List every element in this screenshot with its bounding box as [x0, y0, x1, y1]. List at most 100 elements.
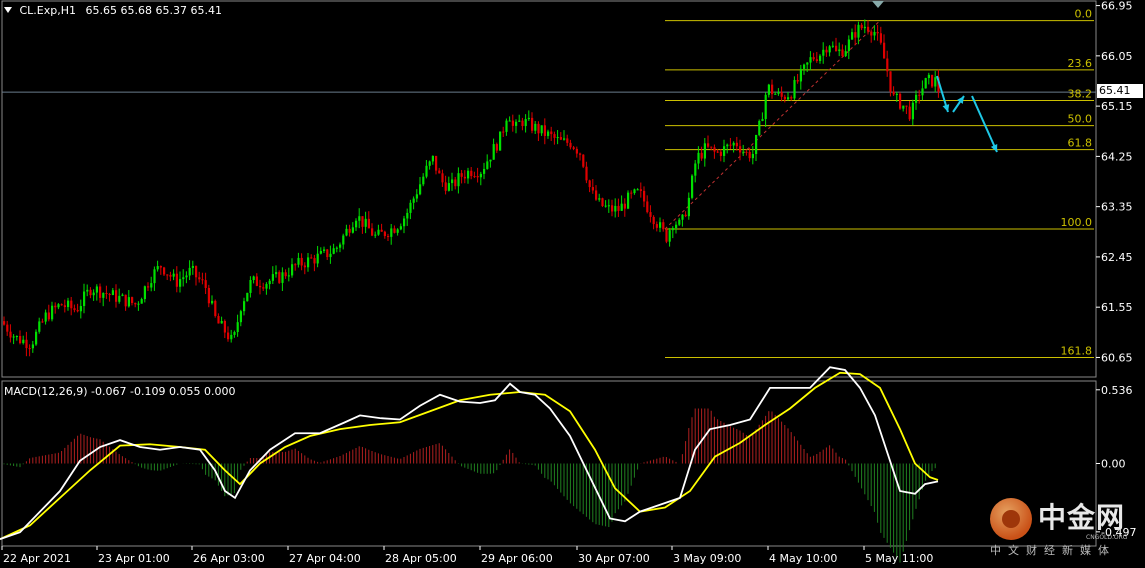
candle-body: [19, 336, 22, 344]
fib-level-label: 61.8: [1068, 137, 1093, 150]
candle-body: [559, 137, 562, 140]
candle-body: [815, 59, 818, 61]
candle-body: [131, 297, 134, 303]
candle-body: [246, 292, 249, 302]
candle-body: [847, 39, 850, 52]
candle-body: [739, 146, 742, 153]
candle-body: [195, 266, 198, 278]
candle-body: [57, 304, 60, 308]
candle-body: [470, 170, 473, 177]
candle-body: [153, 269, 156, 284]
candle-body: [387, 236, 390, 238]
candle-body: [515, 121, 518, 126]
x-tick-label: 29 Apr 06:00: [481, 552, 553, 565]
candle-body: [83, 291, 86, 307]
candle-body: [595, 190, 598, 200]
candle-body: [553, 134, 556, 138]
candle-body: [271, 274, 274, 281]
candle-body: [159, 266, 162, 268]
candle-body: [742, 151, 745, 153]
candle-body: [348, 228, 351, 233]
candle-body: [211, 300, 214, 304]
candle-body: [367, 218, 370, 229]
candle-body: [639, 189, 642, 191]
candle-body: [275, 272, 278, 275]
candle-body: [6, 324, 9, 332]
candle-body: [566, 138, 569, 143]
candle-body: [755, 134, 758, 155]
candle-body: [361, 216, 364, 227]
candle-body: [201, 279, 204, 281]
candle-body: [489, 159, 492, 162]
candle-body: [374, 234, 377, 236]
candle-body: [665, 229, 668, 242]
candle-body: [646, 201, 649, 213]
candle-body: [31, 344, 34, 349]
y-tick-label: 60.65: [1101, 351, 1133, 364]
candle-body: [166, 274, 169, 276]
x-tick-label: 27 Apr 04:00: [289, 552, 361, 565]
candle-body: [335, 247, 338, 249]
candle-body: [239, 311, 242, 323]
candle-body: [326, 249, 329, 258]
candle-body: [579, 153, 582, 155]
candle-body: [598, 198, 601, 200]
candle-body: [403, 218, 406, 227]
candle-body: [707, 143, 710, 147]
candle-body: [140, 299, 143, 304]
candle-body: [252, 276, 255, 281]
candle-body: [531, 117, 534, 131]
candle-body: [393, 228, 396, 233]
x-tick-label: 4 May 10:00: [769, 552, 837, 565]
candle-body: [191, 266, 194, 268]
candle-body: [851, 32, 854, 40]
candle-body: [771, 84, 774, 95]
candle-body: [838, 49, 841, 52]
candle-body: [105, 293, 108, 295]
candle-body: [931, 74, 934, 87]
candle-body: [819, 55, 822, 61]
candle-body: [524, 119, 527, 127]
candle-body: [223, 320, 226, 333]
candle-body: [86, 289, 89, 292]
candle-body: [627, 192, 630, 209]
candle-body: [780, 92, 783, 97]
watermark-tagline: 中文财经新媒体: [990, 544, 1116, 557]
dropdown-triangle-icon[interactable]: [4, 7, 12, 13]
candle-body: [108, 293, 111, 295]
candle-body: [255, 276, 258, 286]
candle-body: [150, 283, 153, 288]
x-tick-label: 30 Apr 07:00: [578, 552, 650, 565]
candle-body: [47, 312, 50, 320]
candle-body: [543, 125, 546, 136]
macd-values: -0.067 -0.109 0.055 0.000: [91, 385, 236, 398]
candle-body: [668, 230, 671, 242]
candle-body: [620, 203, 623, 211]
candle-body: [591, 187, 594, 191]
candle-body: [431, 155, 434, 162]
trading-chart[interactable]: 66.95 66.05 65.15 64.25 63.35 62.45 61.55 60.65…: [0, 0, 1145, 568]
current-price-tag: 65.41: [1097, 84, 1143, 98]
candle-body: [617, 205, 620, 211]
ohlc-values: 65.65 65.68 65.37 65.41: [85, 4, 222, 17]
candle-body: [118, 295, 121, 302]
candle-body: [473, 176, 476, 178]
candle-body: [809, 57, 812, 63]
x-tick-label: 22 Apr 2021: [3, 552, 71, 565]
candle-body: [22, 339, 25, 344]
candle-body: [12, 336, 15, 338]
candle-body: [358, 216, 361, 221]
candle-body: [870, 31, 873, 36]
candle-body: [236, 322, 239, 333]
candle-body: [588, 180, 591, 188]
candle-body: [307, 257, 310, 268]
candle-body: [575, 148, 578, 154]
candle-body: [550, 131, 553, 135]
fib-level-label: 23.6: [1068, 57, 1093, 70]
candle-body: [873, 31, 876, 36]
candle-body: [451, 179, 454, 184]
candle-body: [758, 120, 761, 135]
candle-body: [659, 222, 662, 228]
y-tick-label: 66.05: [1101, 50, 1133, 63]
candle-body: [729, 144, 732, 146]
